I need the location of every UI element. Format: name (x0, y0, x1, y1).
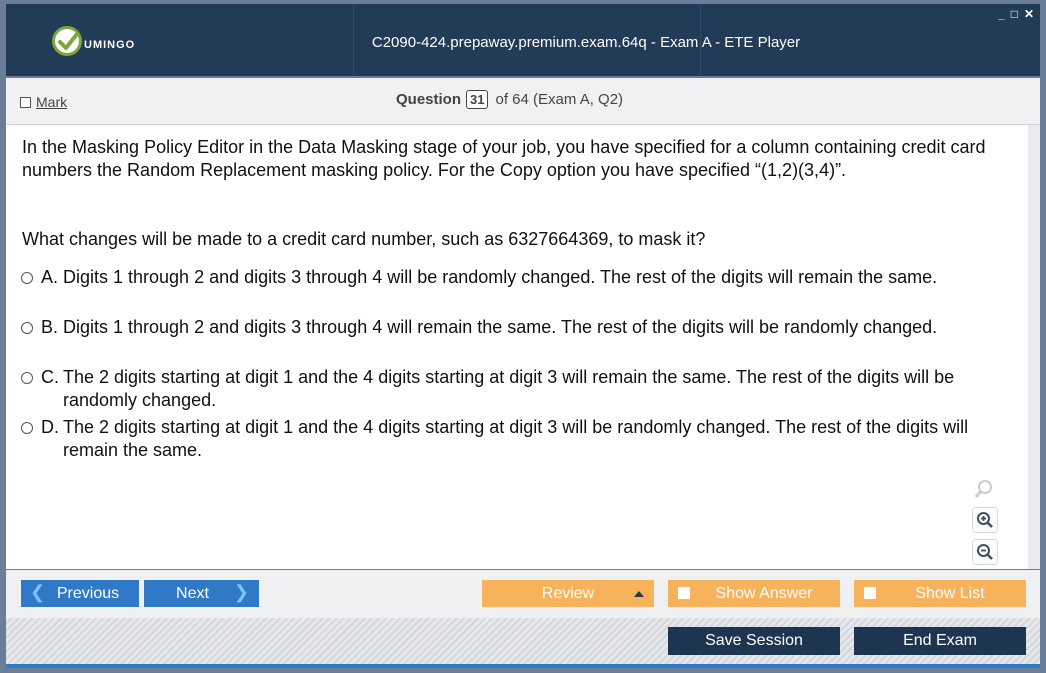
show-answer-label: Show Answer (715, 584, 813, 602)
question-total: of 64 (Exam A, Q2) (495, 91, 624, 108)
save-session-button[interactable]: Save Session (668, 627, 840, 655)
option-text: The 2 digits starting at digit 1 and the… (63, 367, 955, 410)
navigation-bar: ❮ Previous Next ❯ Review Show Answer Sho… (6, 570, 1040, 618)
answer-option-c[interactable]: C. The 2 digits starting at digit 1 and … (21, 366, 996, 412)
caret-up-icon (634, 591, 644, 597)
mark-label[interactable]: Mark (36, 94, 67, 110)
previous-button[interactable]: ❮ Previous (21, 580, 139, 607)
zoom-out-icon[interactable] (972, 539, 998, 565)
next-button[interactable]: Next ❯ (144, 580, 259, 607)
title-bar: UMINGO C2090-424.prepaway.premium.exam.6… (6, 4, 1040, 76)
answer-option-a[interactable]: A. Digits 1 through 2 and digits 3 throu… (21, 266, 996, 289)
maximize-icon[interactable]: □ (1011, 8, 1018, 20)
option-text: Digits 1 through 2 and digits 3 through … (63, 317, 938, 337)
checkbox-icon[interactable] (20, 96, 31, 108)
save-session-label: Save Session (705, 632, 803, 649)
window-controls: _ □ ✕ (998, 8, 1034, 20)
search-icon[interactable] (972, 477, 996, 501)
checkbox-icon[interactable] (864, 587, 876, 599)
question-label: Question (396, 91, 462, 108)
show-list-label: Show List (915, 584, 985, 602)
option-text: Digits 1 through 2 and digits 3 through … (63, 267, 938, 287)
zoom-in-icon[interactable] (972, 507, 998, 533)
chevron-right-icon: ❯ (233, 582, 249, 602)
window-title: C2090-424.prepaway.premium.exam.64q - Ex… (371, 34, 801, 51)
option-letter: B. (41, 317, 59, 337)
mark-checkbox[interactable]: Mark (20, 94, 67, 110)
title-divider (353, 4, 354, 76)
next-label: Next (176, 584, 209, 602)
minimize-icon[interactable]: _ (998, 8, 1005, 20)
bottom-accent-line (6, 664, 1040, 668)
footer-bar: Save Session End Exam (6, 618, 1040, 664)
question-header: Mark Question 31 of 64 (Exam A, Q2) (6, 78, 1040, 125)
scrollbar[interactable] (1028, 125, 1040, 569)
option-text: The 2 digits starting at digit 1 and the… (63, 417, 969, 460)
radio-button[interactable] (21, 372, 33, 384)
show-list-button[interactable]: Show List (854, 580, 1026, 607)
radio-button[interactable] (21, 272, 33, 284)
checkmark-logo-icon (52, 26, 82, 56)
logo-text: UMINGO (84, 39, 136, 51)
option-letter: D. (41, 417, 59, 437)
answer-option-b[interactable]: B. Digits 1 through 2 and digits 3 throu… (21, 316, 996, 339)
option-letter: A. (41, 267, 59, 287)
end-exam-label: End Exam (903, 632, 977, 649)
show-answer-button[interactable]: Show Answer (668, 580, 840, 607)
close-icon[interactable]: ✕ (1024, 8, 1034, 20)
checkbox-icon[interactable] (678, 587, 690, 599)
question-number-input[interactable]: 31 (466, 90, 489, 109)
radio-button[interactable] (21, 422, 33, 434)
end-exam-button[interactable]: End Exam (854, 627, 1026, 655)
radio-button[interactable] (21, 322, 33, 334)
question-content: In the Masking Policy Editor in the Data… (6, 125, 1040, 571)
question-prompt: What changes will be made to a credit ca… (22, 229, 706, 249)
ete-player-window: UMINGO C2090-424.prepaway.premium.exam.6… (0, 0, 1046, 673)
answer-option-d[interactable]: D. The 2 digits starting at digit 1 and … (21, 416, 996, 462)
chevron-left-icon: ❮ (30, 582, 46, 602)
question-counter: Question 31 of 64 (Exam A, Q2) (396, 90, 623, 109)
question-text: In the Masking Policy Editor in the Data… (22, 137, 986, 180)
review-label: Review (541, 584, 595, 602)
previous-label: Previous (56, 584, 120, 602)
zoom-tools (972, 477, 1000, 571)
option-letter: C. (41, 367, 59, 387)
review-button[interactable]: Review (482, 580, 654, 607)
vumingo-logo: UMINGO (52, 26, 135, 56)
